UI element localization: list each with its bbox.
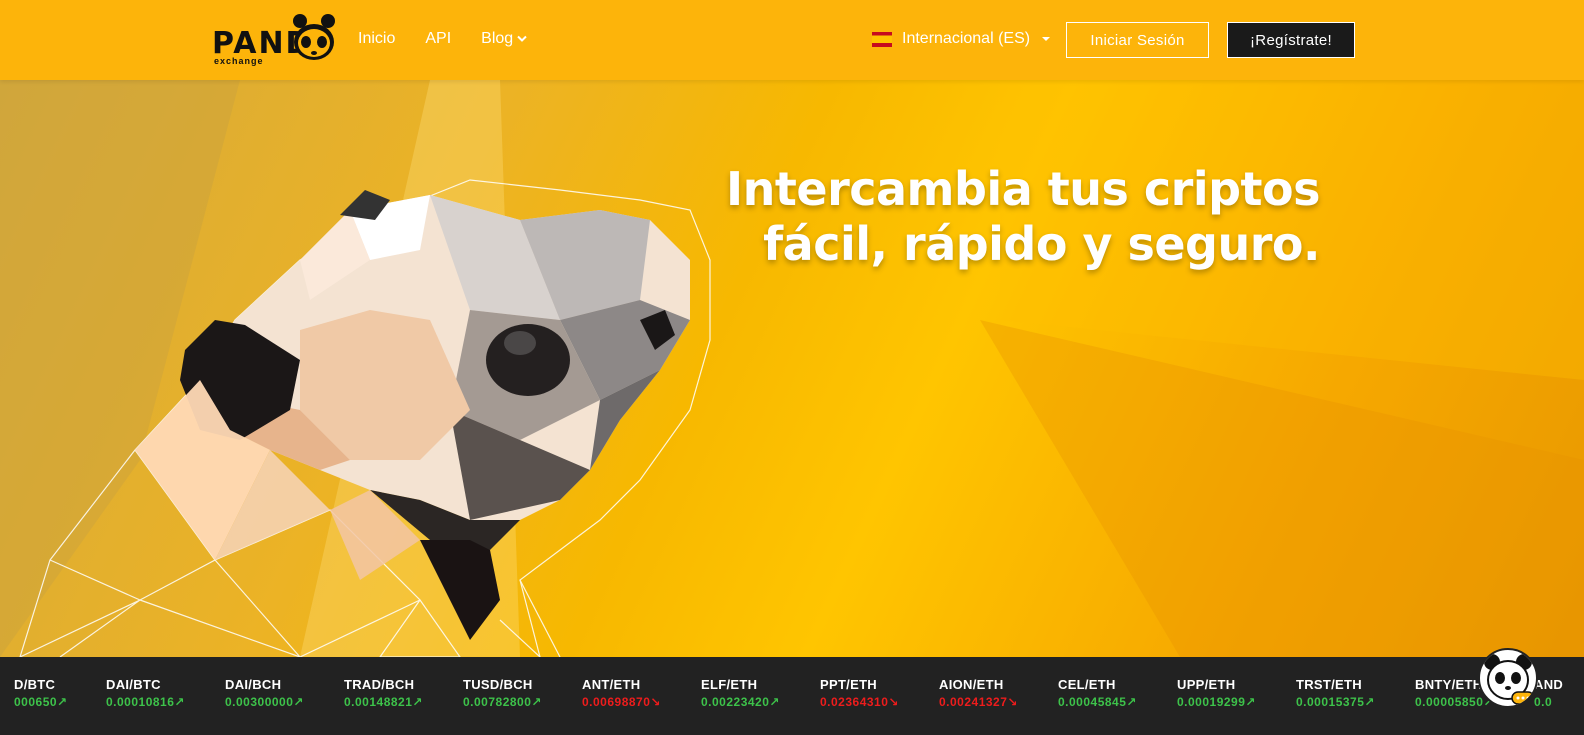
chevron-down-icon xyxy=(517,35,527,42)
ticker-item[interactable]: TRAD/BCH 0.00148821↗ xyxy=(344,677,423,709)
main-nav: Inicio API Blog xyxy=(358,30,557,48)
ticker-item[interactable]: TUSD/BCH 0.00782800↗ xyxy=(463,677,542,709)
trend-up-icon: ↗ xyxy=(293,695,304,709)
ticker-pair: UPP/ETH xyxy=(1177,677,1236,692)
ticker-price: 0.00148821↗ xyxy=(344,695,423,709)
hero-banner: Intercambia tus criptos fácil, rápido y … xyxy=(0,80,1584,657)
hero-headline-line2: fácil, rápido y seguro. xyxy=(763,217,1320,271)
trend-down-icon: ↘ xyxy=(888,695,899,709)
trend-down-icon: ↘ xyxy=(650,695,661,709)
ticker-item[interactable]: DAI/BTC 0.00010816↗ xyxy=(106,677,185,709)
nav-api[interactable]: API xyxy=(425,30,451,48)
trend-up-icon: ↗ xyxy=(531,695,542,709)
ticker-price: 0.00045845↗ xyxy=(1058,695,1137,709)
ticker-pair: CEL/ETH xyxy=(1058,677,1116,692)
ticker-pair: TUSD/BCH xyxy=(463,677,533,692)
ticker-price: 0.00019299↗ xyxy=(1177,695,1256,709)
ticker-price: 0.02364310↘ xyxy=(820,695,899,709)
logo-subtext: exchange xyxy=(214,56,264,66)
ticker-price: 0.00241327↘ xyxy=(939,695,1018,709)
trend-up-icon: ↗ xyxy=(174,695,185,709)
ticker-item[interactable]: ELF/ETH 0.00223420↗ xyxy=(701,677,780,709)
spain-flag-icon xyxy=(872,31,892,47)
ticker-pair: TRAD/BCH xyxy=(344,677,415,692)
language-selector[interactable]: Internacional (ES) xyxy=(872,30,1051,48)
ticker-pair: D/BTC xyxy=(14,677,56,692)
ticker-item[interactable]: CEL/ETH 0.00045845↗ xyxy=(1058,677,1137,709)
ticker-item[interactable]: PPT/ETH 0.02364310↘ xyxy=(820,677,899,709)
ticker-price: 0.00300000↗ xyxy=(225,695,304,709)
pando-logo[interactable]: PAND exchange xyxy=(212,12,340,68)
trend-up-icon: ↗ xyxy=(57,695,68,709)
language-label: Internacional (ES) xyxy=(902,30,1031,47)
nav-api-label: API xyxy=(425,30,452,47)
hero-headline: Intercambia tus criptos fácil, rápido y … xyxy=(726,162,1320,272)
ticker-pair: AND xyxy=(1534,677,1564,692)
ticker-item[interactable]: DAI/BCH 0.00300000↗ xyxy=(225,677,304,709)
caret-down-icon xyxy=(1042,37,1051,41)
trend-up-icon: ↗ xyxy=(412,695,423,709)
ticker-price: 0.00782800↗ xyxy=(463,695,542,709)
ticker-pair: DAI/BTC xyxy=(106,677,161,692)
ticker-price: 0.00015375↗ xyxy=(1296,695,1375,709)
ticker-price: 0.00005850↗ xyxy=(1415,695,1494,709)
trend-up-icon: ↗ xyxy=(1364,695,1375,709)
ticker-item[interactable]: ANT/ETH 0.00698870↘ xyxy=(582,677,661,709)
ticker-item[interactable]: TRST/ETH 0.00015375↗ xyxy=(1296,677,1375,709)
ticker-pair: PPT/ETH xyxy=(820,677,877,692)
ticker-item[interactable]: D/BTC 000650↗ xyxy=(14,677,68,709)
panda-logo-icon xyxy=(293,14,335,60)
ticker-item[interactable]: AION/ETH 0.00241327↘ xyxy=(939,677,1018,709)
market-ticker: D/BTC 000650↗ DAI/BTC 0.00010816↗ DAI/BC… xyxy=(0,657,1584,735)
ticker-pair: DAI/BCH xyxy=(225,677,282,692)
nav-blog-label: Blog xyxy=(481,30,514,47)
chat-widget-button[interactable] xyxy=(1478,648,1538,708)
panda-chat-icon xyxy=(1484,654,1535,705)
trend-up-icon: ↗ xyxy=(1245,695,1256,709)
login-button[interactable]: Iniciar Sesión xyxy=(1066,22,1209,58)
hero-headline-line1: Intercambia tus criptos xyxy=(726,162,1320,216)
nav-blog[interactable]: Blog xyxy=(481,30,527,48)
ticker-price: 0.00010816↗ xyxy=(106,695,185,709)
ticker-price: 0.00698870↘ xyxy=(582,695,661,709)
nav-inicio-label: Inicio xyxy=(358,30,396,47)
register-button[interactable]: ¡Regístrate! xyxy=(1227,22,1355,58)
ticker-pair: TRST/ETH xyxy=(1296,677,1362,692)
ticker-pair: ANT/ETH xyxy=(582,677,641,692)
trend-up-icon: ↗ xyxy=(1126,695,1137,709)
ticker-price: 000650↗ xyxy=(14,695,68,709)
ticker-item[interactable]: AND 0.0 xyxy=(1534,677,1563,709)
ticker-price: 0.0 xyxy=(1534,695,1553,709)
nav-inicio[interactable]: Inicio xyxy=(358,30,395,48)
trend-down-icon: ↘ xyxy=(1007,695,1018,709)
top-navbar: PAND exchange Inicio API Blog Internacio… xyxy=(0,0,1584,80)
trend-up-icon: ↗ xyxy=(769,695,780,709)
ticker-item[interactable]: UPP/ETH 0.00019299↗ xyxy=(1177,677,1256,709)
ticker-pair: AION/ETH xyxy=(939,677,1004,692)
ticker-price: 0.00223420↗ xyxy=(701,695,780,709)
ticker-pair: ELF/ETH xyxy=(701,677,758,692)
